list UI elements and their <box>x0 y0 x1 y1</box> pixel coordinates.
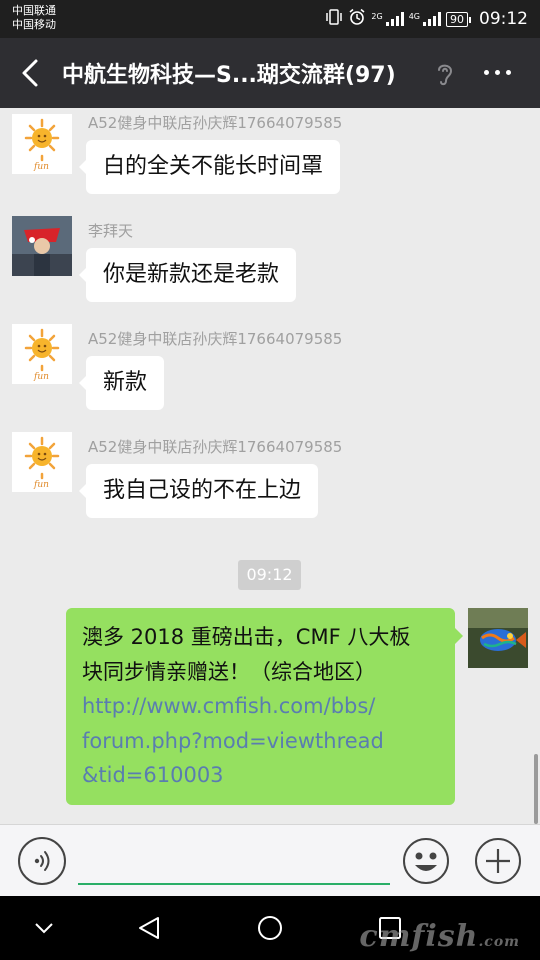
voice-button[interactable] <box>18 837 66 885</box>
message-bubble[interactable]: 你是新款还是老款 <box>78 248 297 302</box>
signal-1-label: 2G <box>371 12 383 21</box>
link-line-2[interactable]: forum.php?mod=viewthread <box>82 724 439 759</box>
plus-button[interactable] <box>474 837 522 885</box>
nav-home-icon <box>258 916 282 940</box>
timestamp-badge: 09:12 <box>238 560 301 590</box>
back-button[interactable] <box>14 53 50 93</box>
plus-icon <box>475 838 521 884</box>
more-icon <box>484 69 489 75</box>
chat-area[interactable]: fun A52健身中联店孙庆辉17664079585 白的全关不能长时间罩 李拜… <box>0 108 540 824</box>
watermark-logo: cmfish.com <box>359 919 520 954</box>
signal-2-icon: 4G <box>409 12 441 26</box>
vibrate-icon <box>325 9 343 29</box>
status-bar: 中国联通 中国移动 2G 4G 90 09:12 <box>0 0 540 38</box>
svg-text:fun: fun <box>33 162 49 172</box>
sender-name: A52健身中联店孙庆辉17664079585 <box>88 330 343 348</box>
sender-name: A52健身中联店孙庆辉17664079585 <box>88 438 343 456</box>
signal-1-icon: 2G <box>371 12 404 26</box>
link-line-3[interactable]: &tid=610003 <box>82 758 439 793</box>
sun-logo-avatar[interactable]: fun <box>12 114 72 174</box>
status-time: 09:12 <box>479 9 528 29</box>
nav-back-icon <box>139 917 159 939</box>
nav-down-button[interactable] <box>28 912 60 944</box>
chat-scrollbar[interactable] <box>534 754 538 824</box>
link-line-1[interactable]: http://www.cmfish.com/bbs/ <box>82 689 439 724</box>
more-button[interactable] <box>484 62 514 82</box>
sender-name: 李拜天 <box>88 222 134 240</box>
nav-back-button[interactable] <box>134 912 166 944</box>
message-input[interactable] <box>78 835 390 885</box>
navigation-bar: cmfish.com <box>0 896 540 960</box>
watermark-suffix: .com <box>478 934 520 950</box>
back-arrow-icon <box>22 59 38 87</box>
message-bubble[interactable]: 新款 <box>78 356 165 410</box>
signal-2-label: 4G <box>408 12 420 21</box>
emoji-button[interactable] <box>402 837 450 885</box>
own-message-bubble[interactable]: 澳多 2018 重磅出击，CMF 八大板 块同步情亲赠送！（综合地区） http… <box>66 608 463 805</box>
emoji-icon <box>403 838 449 884</box>
own-message-line-2: 块同步情亲赠送！（综合地区） <box>82 659 376 684</box>
watermark-main: cmfish <box>359 919 479 954</box>
voice-icon <box>34 851 50 871</box>
svg-text:fun: fun <box>33 480 49 490</box>
nav-down-icon <box>35 923 53 934</box>
alarm-icon <box>348 8 366 30</box>
self-avatar[interactable] <box>468 608 528 668</box>
carrier-info: 中国联通 中国移动 <box>12 4 56 32</box>
own-message-line-1: 澳多 2018 重磅出击，CMF 八大板 <box>82 625 411 649</box>
ear-icon[interactable] <box>432 60 458 88</box>
carrier-2: 中国移动 <box>12 18 56 31</box>
photo-avatar[interactable] <box>12 216 72 276</box>
message-link[interactable]: http://www.cmfish.com/bbs/ forum.php?mod… <box>82 689 439 793</box>
input-bar <box>0 824 540 896</box>
message-bubble[interactable]: 我自己设的不在上边 <box>78 464 319 518</box>
battery-icon: 90 <box>446 11 471 27</box>
nav-home-button[interactable] <box>254 912 286 944</box>
sender-name: A52健身中联店孙庆辉17664079585 <box>88 114 343 132</box>
message-bubble[interactable]: 白的全关不能长时间罩 <box>78 140 341 194</box>
title-bar: 中航生物科技—S...瑚交流群(97) <box>0 38 540 108</box>
status-icons: 2G 4G 90 09:12 <box>325 6 528 32</box>
carrier-1: 中国联通 <box>12 4 56 17</box>
chat-title: 中航生物科技—S...瑚交流群(97) <box>62 63 396 88</box>
sun-logo-avatar[interactable]: fun <box>12 432 72 492</box>
sun-logo-avatar[interactable]: fun <box>12 324 72 384</box>
svg-text:fun: fun <box>33 372 49 382</box>
